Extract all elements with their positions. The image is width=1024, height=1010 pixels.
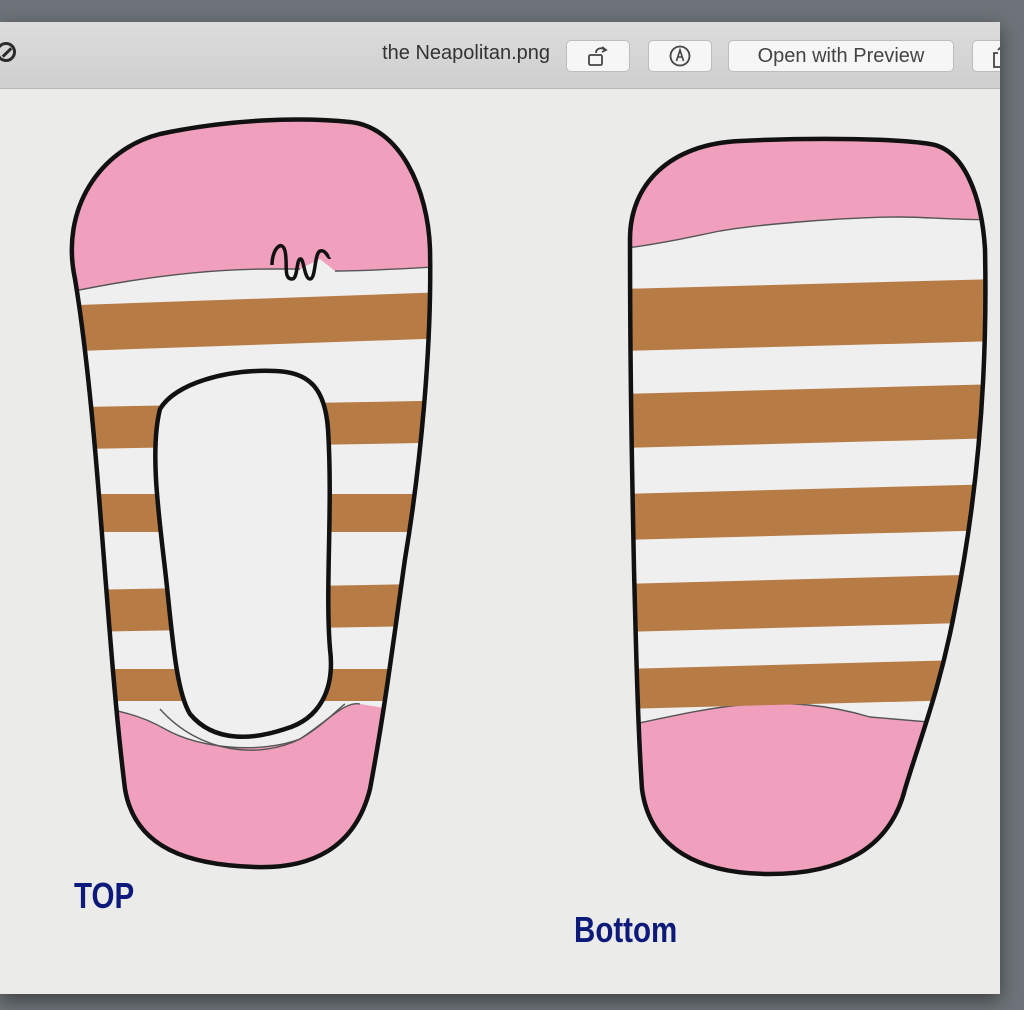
sock-bottom-view xyxy=(627,136,988,877)
sock-top-toe xyxy=(71,119,431,294)
sock-top-view xyxy=(69,117,433,870)
sock-drawing xyxy=(69,117,988,877)
close-window-button[interactable] xyxy=(0,42,16,62)
title-bar: the Neapolitan.png Open with Preview xyxy=(0,22,1000,89)
preview-window: the Neapolitan.png Open with Preview TOP… xyxy=(0,22,1000,994)
share-button[interactable] xyxy=(972,40,1000,72)
sock-top-opening xyxy=(155,370,331,737)
rotate-button[interactable] xyxy=(566,40,630,72)
markup-pen-icon xyxy=(669,45,691,67)
share-icon xyxy=(993,46,1000,68)
open-with-preview-button[interactable]: Open with Preview xyxy=(728,40,954,72)
markup-button[interactable] xyxy=(648,40,712,72)
sock-bottom-stripe-2 xyxy=(630,383,986,449)
bottom-label: Bottom xyxy=(574,909,678,950)
top-label: TOP xyxy=(74,875,135,916)
document-title: the Neapolitan.png xyxy=(382,42,550,64)
sock-bottom-stripe-1 xyxy=(630,278,986,352)
image-canvas: TOP Bottom xyxy=(0,89,1000,994)
rotate-icon xyxy=(588,46,608,66)
